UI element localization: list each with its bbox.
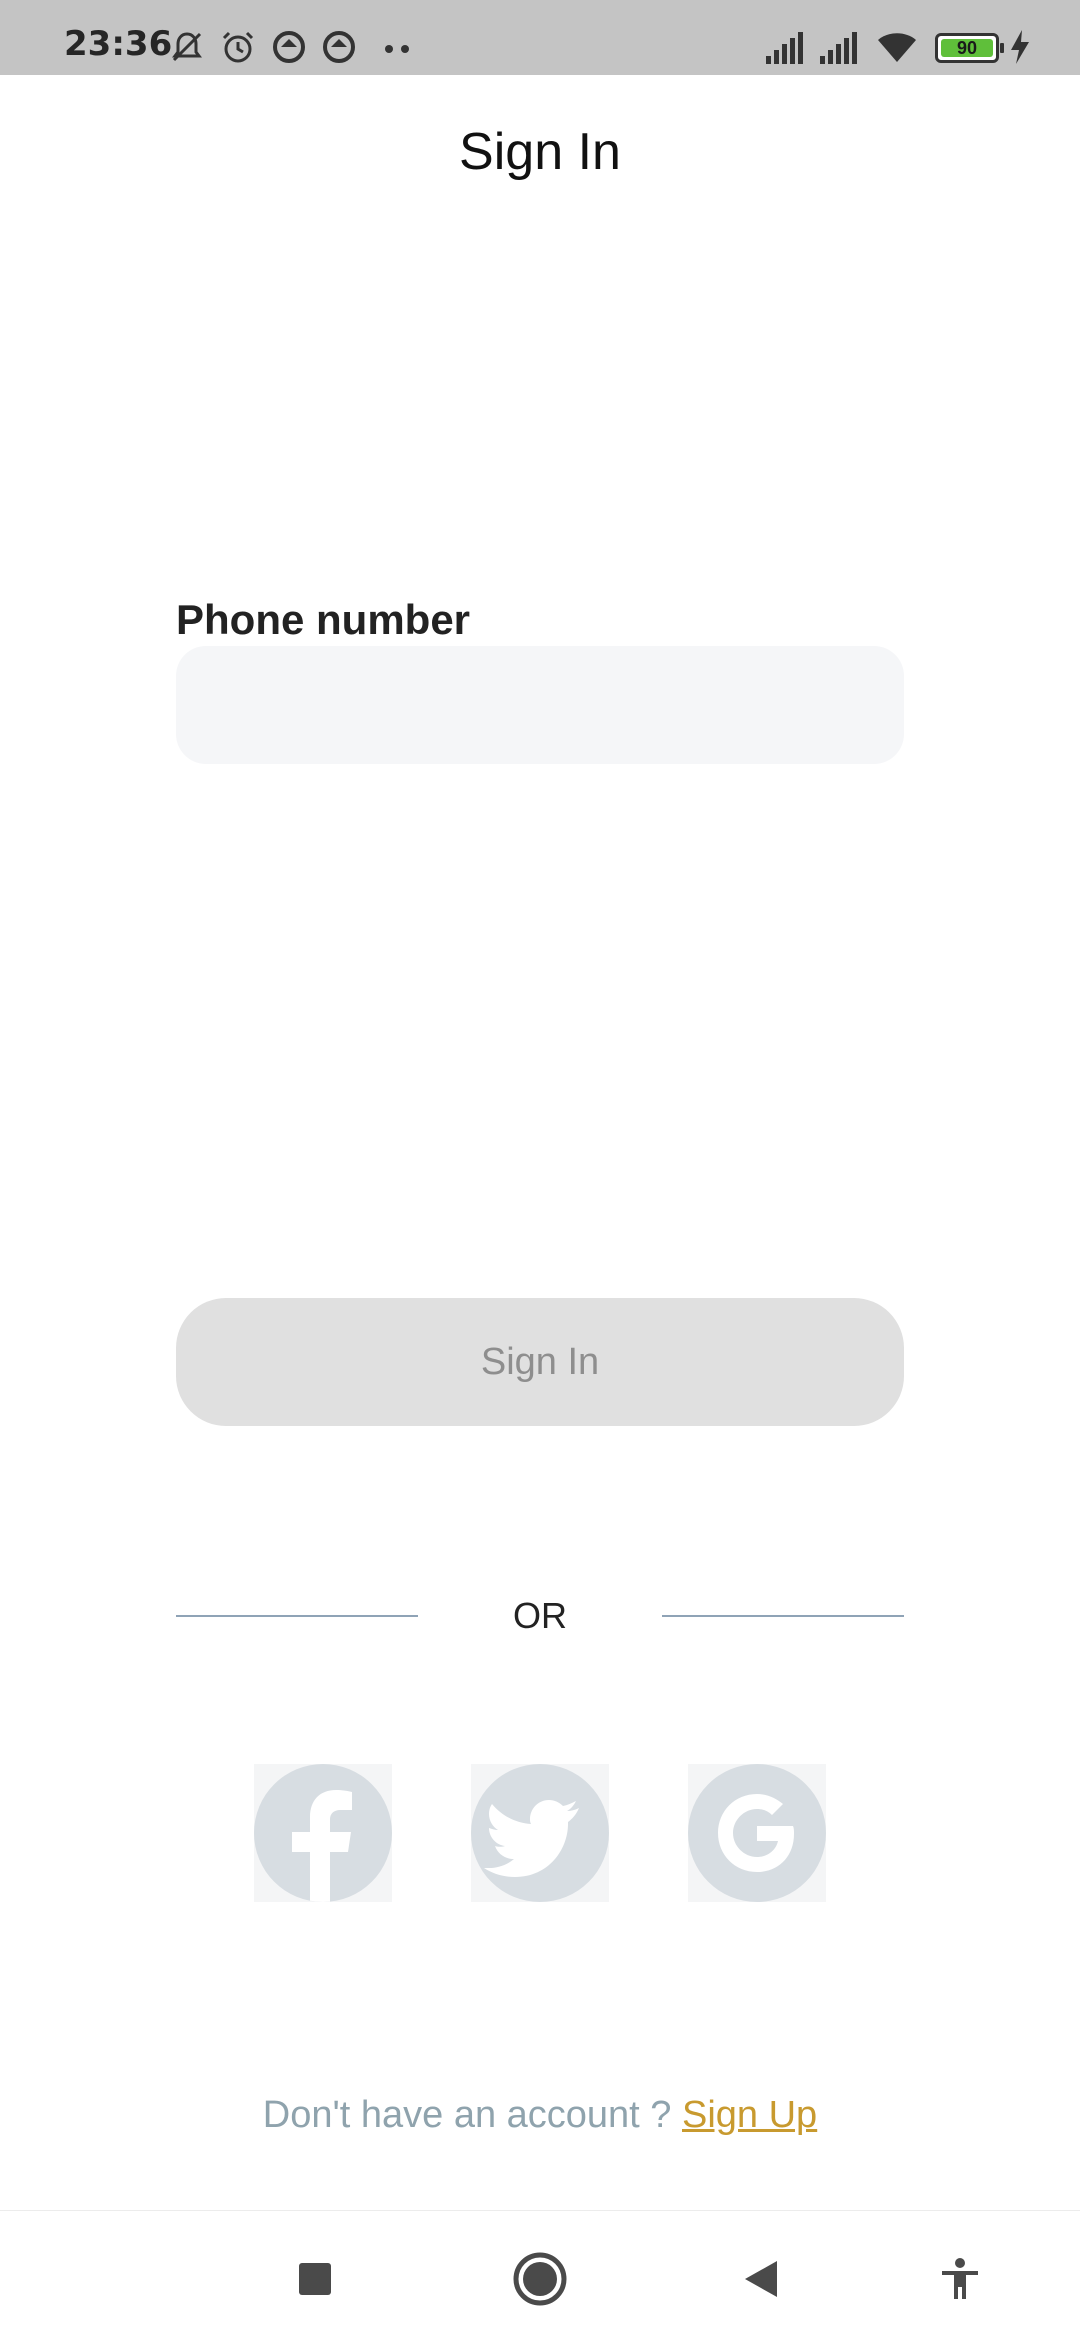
twitter-icon [471, 1764, 609, 1902]
back-button[interactable] [733, 2251, 789, 2307]
more-notifications-icon [385, 40, 417, 58]
home-button[interactable] [512, 2251, 568, 2307]
battery-level: 90 [941, 38, 993, 58]
wifi-icon [878, 33, 916, 62]
status-bar: 23:36 90 [0, 0, 1080, 75]
back-icon [745, 2261, 777, 2297]
home-icon [513, 2252, 567, 2306]
data-saver-icon [273, 31, 305, 63]
recents-icon [299, 2263, 331, 2295]
charging-icon [1011, 30, 1029, 64]
data-saver-icon [323, 31, 355, 63]
or-divider-text: OR [513, 1595, 567, 1636]
sign-up-link[interactable]: Sign Up [682, 2094, 817, 2136]
divider-line-right [662, 1615, 904, 1617]
accessibility-icon [942, 2258, 978, 2299]
facebook-login-button[interactable] [254, 1764, 392, 1902]
sign-in-screen: 23:36 90 Sign In Phone number Sign In OR… [0, 0, 1080, 2340]
facebook-icon [254, 1764, 392, 1902]
accessibility-button[interactable] [932, 2251, 988, 2307]
navigation-bar [0, 2210, 1080, 2340]
signal-icon [766, 32, 803, 64]
sign-in-button[interactable]: Sign In [176, 1298, 904, 1426]
battery-icon: 90 [935, 33, 1004, 63]
twitter-login-button[interactable] [471, 1764, 609, 1902]
page-title: Sign In [459, 123, 621, 181]
signal-icon [820, 32, 857, 64]
google-icon [688, 1764, 826, 1902]
sign-up-prompt-text: Don't have an account ? [262, 2094, 682, 2136]
sign-up-prompt: Don't have an account ? Sign Up [0, 2094, 1080, 2137]
mute-icon [172, 32, 202, 62]
recents-button[interactable] [287, 2251, 343, 2307]
status-time: 23:36 [64, 24, 173, 64]
google-login-button[interactable] [688, 1764, 826, 1902]
phone-number-label: Phone number [176, 596, 471, 643]
alarm-icon [222, 31, 254, 63]
phone-number-input[interactable] [176, 646, 904, 764]
